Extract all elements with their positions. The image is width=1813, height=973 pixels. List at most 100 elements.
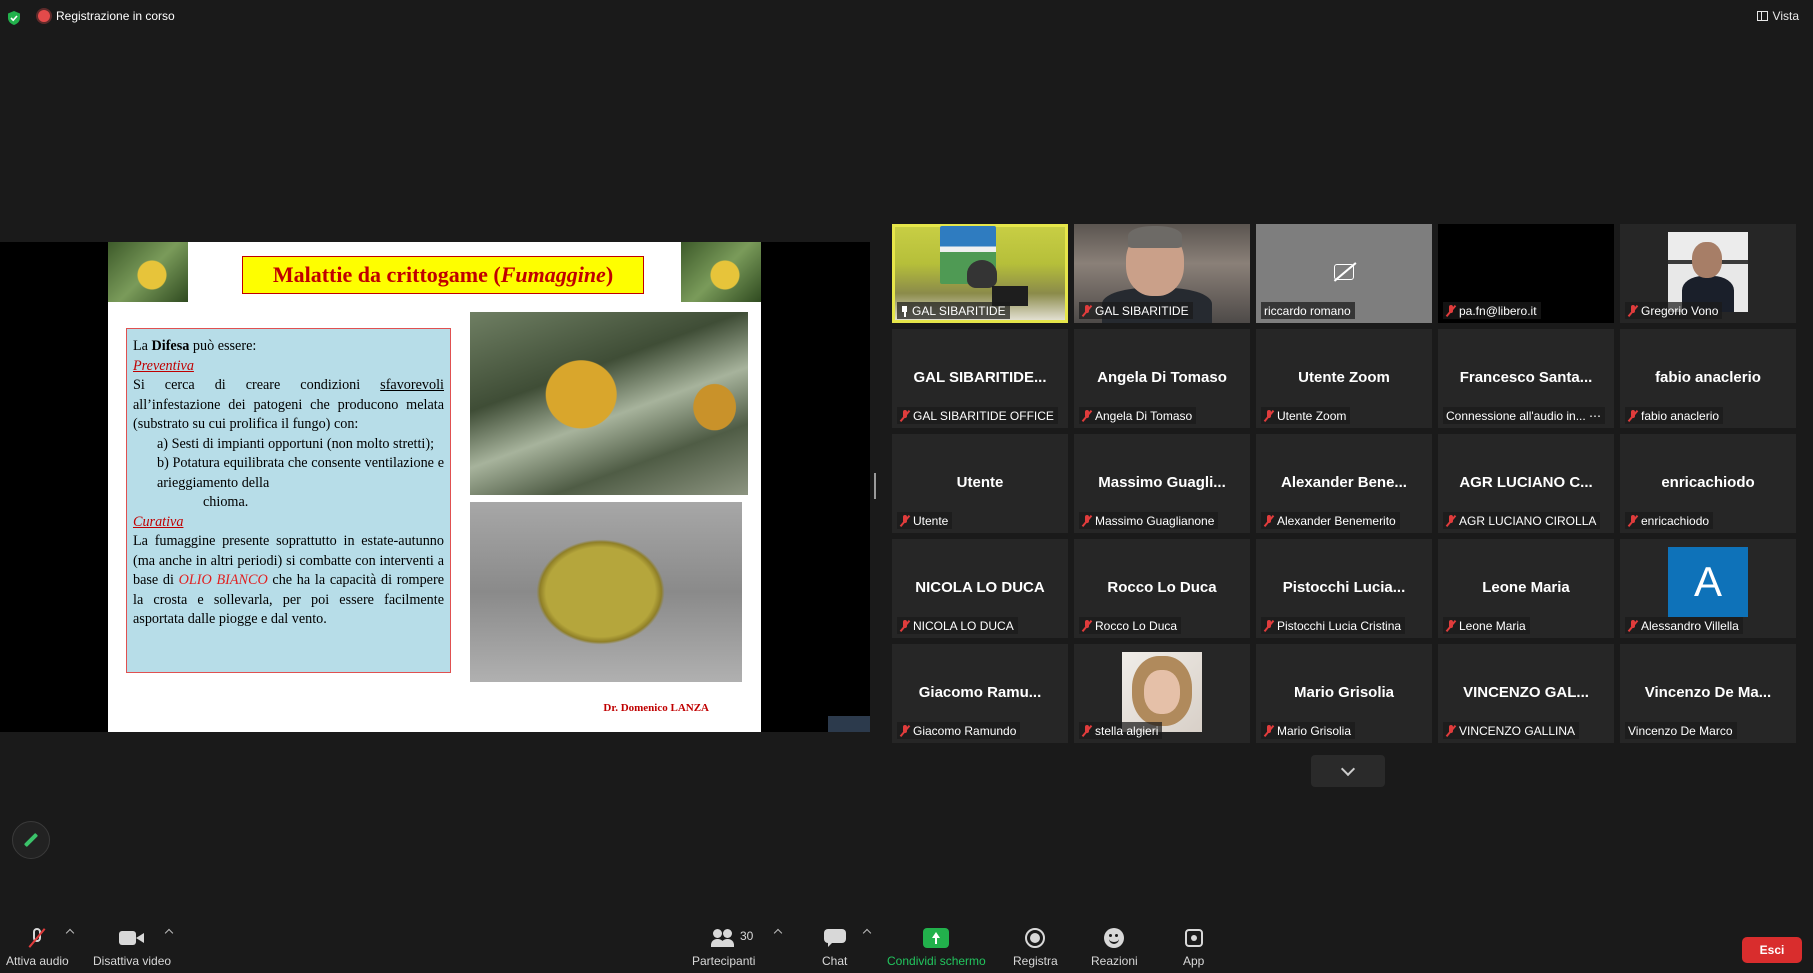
participant-tile[interactable]: Angela Di Tomaso Angela Di Tomaso: [1074, 329, 1250, 428]
recording-indicator[interactable]: Registrazione in corso: [38, 9, 175, 23]
mic-muted-icon: [1082, 725, 1092, 737]
participant-name-tag: Giacomo Ramundo: [897, 722, 1021, 739]
resize-handle[interactable]: [874, 473, 876, 499]
apps-button[interactable]: App: [1183, 926, 1204, 968]
reactions-button[interactable]: Reazioni: [1091, 926, 1138, 968]
share-thumbnail[interactable]: [828, 716, 870, 732]
cur-highlight: OLIO BIANCO: [178, 572, 268, 588]
audio-label: Attiva audio: [6, 954, 69, 968]
mic-muted-icon: [1628, 305, 1638, 317]
slide-title-close: ): [605, 262, 614, 287]
participant-tile[interactable]: riccardo romano: [1256, 224, 1432, 323]
annotate-button[interactable]: [12, 821, 50, 859]
participant-tile[interactable]: Rocco Lo Duca Rocco Lo Duca: [1074, 539, 1250, 638]
participant-tile[interactable]: Utente Utente: [892, 434, 1068, 533]
participant-tile[interactable]: Gregorio Vono: [1620, 224, 1796, 323]
gallery-next-page-button[interactable]: [1311, 755, 1385, 787]
pin-icon: [900, 305, 909, 317]
participant-tile[interactable]: GAL SIBARITIDE: [1074, 224, 1250, 323]
view-layout-icon: [1756, 11, 1768, 21]
participant-name-tag: Connessione all'audio in... ⋯: [1443, 407, 1606, 424]
participant-tile[interactable]: AGR LUCIANO C... AGR LUCIANO CIROLLA: [1438, 434, 1614, 533]
participant-tile[interactable]: Francesco Santa... Connessione all'audio …: [1438, 329, 1614, 428]
preventiva-body: Si cerca di creare condizioni sfavorevol…: [133, 376, 444, 435]
participant-tile[interactable]: Mario Grisolia Mario Grisolia: [1256, 644, 1432, 743]
preventiva-heading: Preventiva: [133, 357, 194, 374]
video-button[interactable]: Disattiva video: [93, 926, 171, 968]
participant-name-tag: Alessandro Villella: [1625, 617, 1743, 634]
participant-tile[interactable]: NICOLA LO DUCA NICOLA LO DUCA: [892, 539, 1068, 638]
participant-tile[interactable]: Giacomo Ramu... Giacomo Ramundo: [892, 644, 1068, 743]
participant-name: NICOLA LO DUCA: [913, 619, 1014, 633]
participant-name: VINCENZO GALLINA: [1459, 724, 1576, 738]
exit-meeting-button[interactable]: Esci: [1742, 937, 1802, 963]
chat-options-caret[interactable]: [862, 928, 872, 938]
chat-button[interactable]: Chat: [822, 926, 847, 968]
participant-tile[interactable]: Massimo Guagli... Massimo Guaglianone: [1074, 434, 1250, 533]
view-button[interactable]: Vista: [1756, 9, 1799, 23]
participant-name: Massimo Guaglianone: [1095, 514, 1215, 528]
mic-muted-icon: [1264, 725, 1274, 737]
participant-display-name: Massimo Guagli...: [1098, 474, 1226, 491]
participant-tile[interactable]: Leone Maria Leone Maria: [1438, 539, 1614, 638]
meeting-toolbar: Attiva audio Disattiva video Partecipant…: [0, 918, 1813, 973]
participant-tile[interactable]: fabio anaclerio fabio anaclerio: [1620, 329, 1796, 428]
mic-muted-icon: [900, 515, 910, 527]
share-screen-icon: [923, 928, 950, 948]
participant-gallery: GAL SIBARITIDE GAL SIBARITIDE riccardo rom…: [892, 224, 1800, 748]
mic-muted-icon: [1446, 305, 1456, 317]
participant-name: Vincenzo De Marco: [1628, 724, 1733, 738]
participant-name: enricachiodo: [1641, 514, 1710, 528]
mic-muted-icon: [1628, 515, 1638, 527]
participants-options-caret[interactable]: [773, 928, 783, 938]
mic-muted-icon: [30, 928, 44, 948]
participant-name-tag: Massimo Guaglianone: [1079, 512, 1219, 529]
participant-tile[interactable]: A Alessandro Villella: [1620, 539, 1796, 638]
slide-text-box: La Difesa può essere: Preventiva Si cerc…: [126, 328, 451, 673]
participant-name: GAL SIBARITIDE: [912, 304, 1006, 318]
share-screen-button[interactable]: Condividi schermo: [887, 926, 986, 968]
mic-muted-icon: [1082, 305, 1092, 317]
participant-tile[interactable]: stella algieri: [1074, 644, 1250, 743]
participant-tile[interactable]: Utente Zoom Utente Zoom: [1256, 329, 1432, 428]
participant-display-name: enricachiodo: [1661, 474, 1755, 491]
reactions-label: Reazioni: [1091, 954, 1138, 968]
participant-tile[interactable]: VINCENZO GAL... VINCENZO GALLINA: [1438, 644, 1614, 743]
mic-muted-icon: [1628, 410, 1638, 422]
participant-name: Alexander Benemerito: [1277, 514, 1396, 528]
participant-display-name: Rocco Lo Duca: [1107, 579, 1217, 596]
participant-tile[interactable]: GAL SIBARITIDE: [892, 224, 1068, 323]
participant-name-tag: riccardo romano: [1261, 302, 1355, 319]
avatar: [1122, 652, 1202, 732]
participant-tile[interactable]: GAL SIBARITIDE... GAL SIBARITIDE OFFICE: [892, 329, 1068, 428]
participant-name-tag: NICOLA LO DUCA: [897, 617, 1018, 634]
participant-display-name: AGR LUCIANO C...: [1459, 474, 1593, 491]
participant-name-tag: Vincenzo De Marco: [1625, 722, 1737, 739]
participant-name: GAL SIBARITIDE OFFICE: [913, 409, 1054, 423]
mic-muted-icon: [1628, 620, 1638, 632]
participant-tile[interactable]: Vincenzo De Ma... Vincenzo De Marco: [1620, 644, 1796, 743]
curativa-body: La fumaggine presente soprattutto in est…: [133, 532, 444, 630]
participant-name-tag: Mario Grisolia: [1261, 722, 1356, 739]
participant-name: Connessione all'audio in... ⋯: [1446, 409, 1602, 423]
participant-name-tag: Rocco Lo Duca: [1079, 617, 1182, 634]
mic-muted-icon: [900, 725, 910, 737]
mic-muted-icon: [1446, 725, 1456, 737]
participant-name-tag: GAL SIBARITIDE OFFICE: [897, 407, 1058, 424]
record-button[interactable]: Registra: [1013, 926, 1058, 968]
participant-tile[interactable]: Pistocchi Lucia... Pistocchi Lucia Cristi…: [1256, 539, 1432, 638]
participant-name-tag: Leone Maria: [1443, 617, 1530, 634]
participant-display-name: Giacomo Ramu...: [918, 684, 1042, 701]
shield-icon[interactable]: [6, 10, 22, 26]
participant-tile[interactable]: enricachiodo enricachiodo: [1620, 434, 1796, 533]
prev-body: all’infestazione dei patogeni che produc…: [133, 396, 444, 433]
shared-screen[interactable]: Malattie da crittogame (Fumaggine) La Di…: [0, 242, 870, 732]
camera-off-icon: [1334, 264, 1354, 280]
participant-tile[interactable]: Alexander Bene... Alexander Benemerito: [1256, 434, 1432, 533]
audio-button[interactable]: Attiva audio: [6, 926, 69, 968]
participant-tile[interactable]: pa.fn@libero.it: [1438, 224, 1614, 323]
prev-line1u: sfavorevoli: [380, 377, 444, 393]
participant-display-name: Angela Di Tomaso: [1097, 369, 1227, 386]
participant-display-name: Alexander Bene...: [1281, 474, 1407, 491]
slide-title-main: Malattie da crittogame (: [272, 262, 501, 287]
